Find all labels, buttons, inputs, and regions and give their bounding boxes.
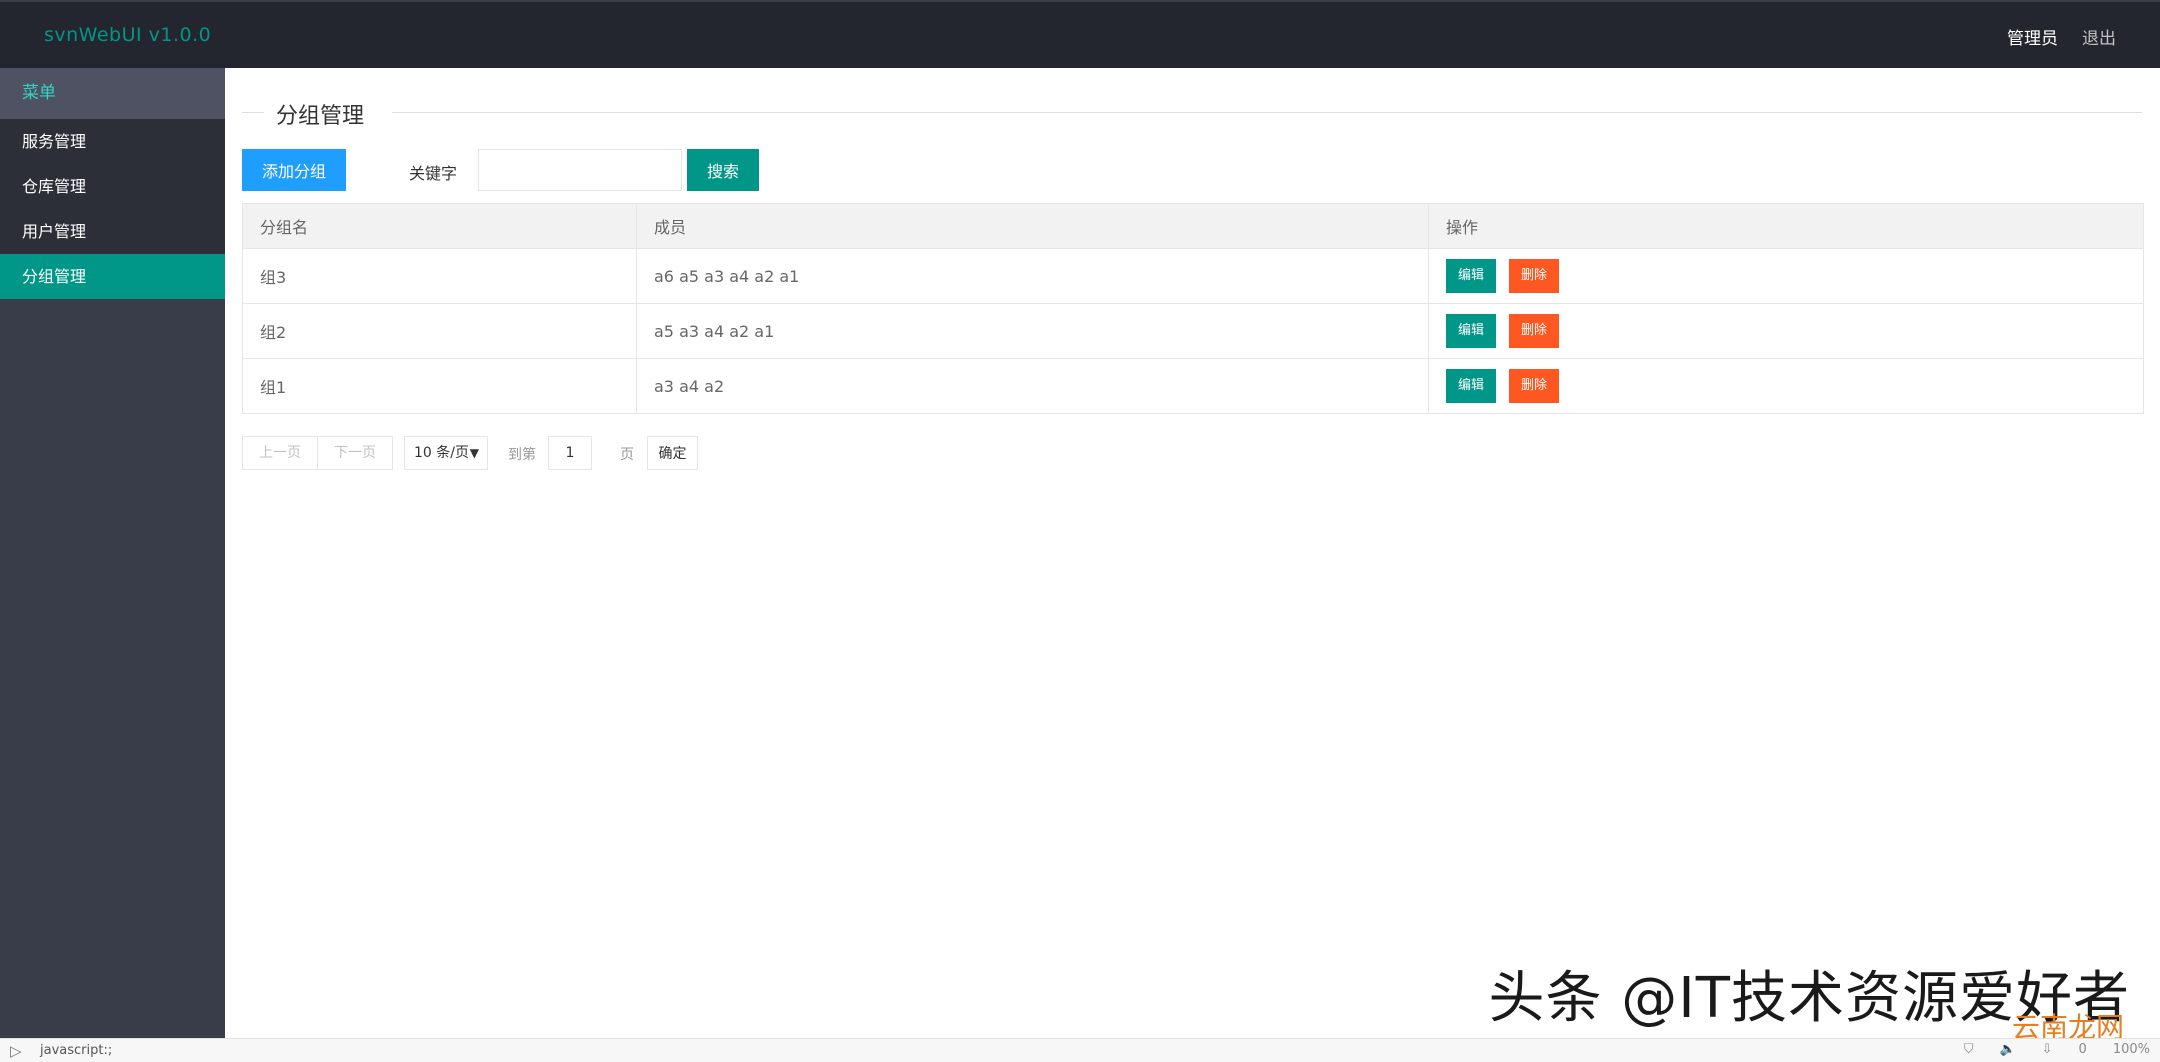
add-group-button[interactable]: 添加分组 <box>242 149 346 191</box>
page-title: 分组管理 <box>276 104 365 129</box>
sidebar: 菜单 服务管理 仓库管理 用户管理 分组管理 <box>0 68 225 1038</box>
shield-icon[interactable]: ⛉ <box>1964 1042 1974 1057</box>
pagination: 上一页 下一页 10 条/页 ▼ 到第 页 确定 <box>242 436 842 470</box>
column-header-members: 成员 <box>636 203 1429 249</box>
page-size-value: 10 条/页 <box>414 445 469 461</box>
table-header-row: 分组名 成员 操作 <box>242 203 2144 249</box>
page-unit-label: 页 <box>620 447 634 463</box>
speaker-icon[interactable]: 🔈 <box>1999 1042 2015 1057</box>
actions-cell: 编辑 删除 <box>1428 358 2144 414</box>
table-row: 组3 a6 a5 a3 a4 a2 a1 编辑 删除 <box>242 248 2144 304</box>
page-size-select[interactable]: 10 条/页 ▼ <box>404 436 488 470</box>
group-name-cell: 组1 <box>242 358 637 414</box>
logout-link[interactable]: 退出 <box>2082 24 2116 49</box>
caret-down-icon: ▼ <box>469 446 479 460</box>
keyword-input[interactable] <box>478 149 682 191</box>
admin-link[interactable]: 管理员 <box>2007 24 2058 49</box>
sidebar-item-users[interactable]: 用户管理 <box>0 209 225 254</box>
header-actions: 管理员 退出 <box>2007 24 2116 49</box>
sidebar-menu: 服务管理 仓库管理 用户管理 分组管理 <box>0 119 225 299</box>
members-cell: a3 a4 a2 <box>636 358 1429 414</box>
browser-status-bar: ▷ javascript:; ⛉ 🔈 ⇩ 0 100% <box>0 1038 2160 1062</box>
search-button[interactable]: 搜索 <box>687 149 759 191</box>
sidebar-item-service[interactable]: 服务管理 <box>0 119 225 164</box>
table-row: 组2 a5 a3 a4 a2 a1 编辑 删除 <box>242 303 2144 359</box>
table-row: 组1 a3 a4 a2 编辑 删除 <box>242 358 2144 414</box>
app-title: svnWebUI v1.0.0 <box>44 24 212 46</box>
group-table: 分组名 成员 操作 组3 a6 a5 a3 a4 a2 a1 编辑 删除 组2 a… <box>242 203 2144 414</box>
column-header-group-name: 分组名 <box>242 203 637 249</box>
delete-button[interactable]: 删除 <box>1509 369 1559 403</box>
actions-cell: 编辑 删除 <box>1428 248 2144 304</box>
status-bar-tools: ⛉ 🔈 ⇩ 0 100% <box>1964 1042 2150 1057</box>
download-count[interactable]: 0 <box>2079 1042 2087 1057</box>
main-content: 分组管理 添加分组 关键字 搜索 分组名 成员 操作 组3 a6 a5 a3 a… <box>225 68 2160 1038</box>
toolbar: 添加分组 关键字 搜索 <box>242 149 842 191</box>
column-header-actions: 操作 <box>1428 203 2144 249</box>
group-name-cell: 组2 <box>242 303 637 359</box>
sidebar-item-groups[interactable]: 分组管理 <box>0 254 225 299</box>
group-name-cell: 组3 <box>242 248 637 304</box>
app-window: svnWebUI v1.0.0 管理员 退出 菜单 服务管理 仓库管理 用户管理… <box>0 0 2160 1062</box>
sidebar-menu-title: 菜单 <box>0 68 225 119</box>
download-icon[interactable]: ⇩ <box>2042 1042 2053 1057</box>
status-url: javascript:; <box>40 1043 113 1058</box>
top-header: svnWebUI v1.0.0 管理员 退出 <box>0 0 2160 68</box>
sidebar-item-repository[interactable]: 仓库管理 <box>0 164 225 209</box>
delete-button[interactable]: 删除 <box>1509 314 1559 348</box>
members-cell: a6 a5 a3 a4 a2 a1 <box>636 248 1429 304</box>
prev-page-button[interactable]: 上一页 <box>242 436 318 470</box>
delete-button[interactable]: 删除 <box>1509 259 1559 293</box>
section-header: 分组管理 <box>242 98 2142 129</box>
keyword-label: 关键字 <box>409 164 458 183</box>
page-number-input[interactable] <box>548 436 592 470</box>
edit-button[interactable]: 编辑 <box>1446 369 1496 403</box>
members-cell: a5 a3 a4 a2 a1 <box>636 303 1429 359</box>
next-page-button[interactable]: 下一页 <box>317 436 393 470</box>
edit-button[interactable]: 编辑 <box>1446 259 1496 293</box>
page-confirm-button[interactable]: 确定 <box>647 436 698 470</box>
divider <box>242 112 264 113</box>
play-icon[interactable]: ▷ <box>10 1042 22 1060</box>
actions-cell: 编辑 删除 <box>1428 303 2144 359</box>
divider <box>392 112 2142 113</box>
edit-button[interactable]: 编辑 <box>1446 314 1496 348</box>
goto-label: 到第 <box>508 447 536 463</box>
zoom-level[interactable]: 100% <box>2113 1042 2150 1057</box>
